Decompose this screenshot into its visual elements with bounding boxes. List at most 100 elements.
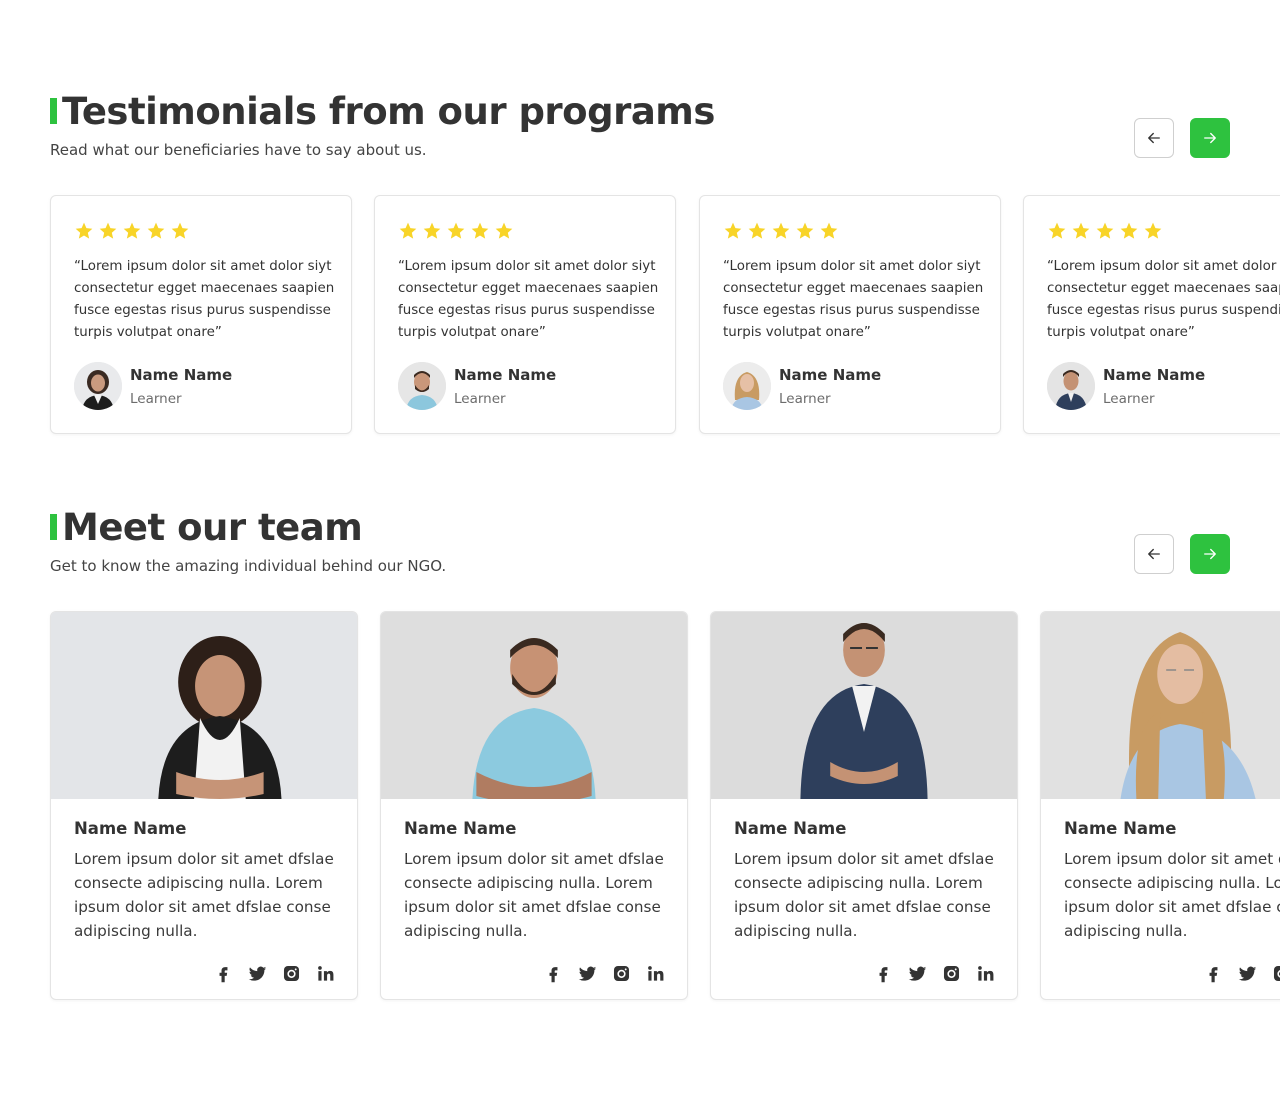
social-links [873,963,995,983]
twitter-link[interactable] [907,963,927,983]
instagram-link[interactable] [281,963,301,983]
facebook-icon [219,966,227,982]
avatar [398,362,446,410]
linkedin-icon [317,965,333,981]
testimonial-author: Name Name Learner [74,362,329,410]
star-icon [1096,222,1114,239]
twitter-icon [908,966,926,981]
star-icon [772,222,790,239]
linkedin-icon [977,965,993,981]
star-icon [171,222,189,239]
star-icon [75,222,93,239]
team-member-name: Name Name [1064,819,1177,838]
team-title: Meet our team [50,508,446,548]
team-header: Meet our team Get to know the amazing in… [50,508,446,575]
team-member-bio: Lorem ipsum dolor sit amet dfslae consec… [404,850,664,940]
team-next-button[interactable] [1190,534,1230,574]
linkedin-link[interactable] [645,963,665,983]
social-links [543,963,665,983]
testimonial-quote: “Lorem ipsum dolor sit amet dolor siyt c… [1047,259,1280,340]
star-icon [495,222,513,239]
author-role: Learner [454,390,506,407]
star-rating [398,220,653,242]
twitter-icon [1238,966,1256,981]
instagram-link[interactable] [941,963,961,983]
social-links [1203,963,1280,983]
facebook-icon [1209,966,1217,982]
avatar [723,362,771,410]
team-member-bio: Lorem ipsum dolor sit amet dfslae consec… [734,850,994,940]
twitter-link[interactable] [247,963,267,983]
star-icon [1144,222,1162,239]
team-prev-button[interactable] [1134,534,1174,574]
team-card: Name Name Lorem ipsum dolor sit amet dfs… [50,611,358,1000]
author-name: Name Name [1103,365,1206,384]
twitter-icon [248,966,266,981]
star-rating [74,220,329,242]
linkedin-link[interactable] [315,963,335,983]
star-rating [723,220,978,242]
team-card: Name Name Lorem ipsum dolor sit amet dfs… [380,611,688,1000]
author-role: Learner [130,390,182,407]
star-icon [796,222,814,239]
star-rating [1047,220,1280,242]
arrow-left-icon [1148,132,1160,144]
star-icon [820,222,838,239]
author-name: Name Name [130,365,233,384]
team-card: Name Name Lorem ipsum dolor sit amet dfs… [1040,611,1280,1000]
team-photo [51,612,357,799]
team-photo [711,612,1017,799]
team-subtitle: Get to know the amazing individual behin… [50,557,447,575]
testimonial-author: Name Name Learner [1047,362,1280,410]
testimonials-header: Testimonials from our programs Read what… [50,92,715,159]
instagram-icon [943,965,959,981]
testimonial-card: “Lorem ipsum dolor sit amet dolor siyt c… [699,195,1001,434]
arrow-right-icon [1204,548,1216,560]
instagram-link[interactable] [611,963,631,983]
testimonials-carousel: “Lorem ipsum dolor sit amet dolor siyt c… [50,195,1280,435]
twitter-link[interactable] [577,963,597,983]
testimonials-next-button[interactable] [1190,118,1230,158]
star-icon [471,222,489,239]
team-member-bio: Lorem ipsum dolor sit amet dfslae consec… [74,850,334,940]
testimonial-quote: “Lorem ipsum dolor sit amet dolor siyt c… [74,259,335,340]
star-icon [147,222,165,239]
testimonial-quote: “Lorem ipsum dolor sit amet dolor siyt c… [723,259,984,340]
twitter-icon [578,966,596,981]
author-name: Name Name [779,365,882,384]
testimonial-card: “Lorem ipsum dolor sit amet dolor siyt c… [50,195,352,434]
team-member-bio: Lorem ipsum dolor sit amet dfslae consec… [1064,850,1280,940]
twitter-link[interactable] [1237,963,1257,983]
author-role: Learner [1103,390,1155,407]
testimonial-quote: “Lorem ipsum dolor sit amet dolor siyt c… [398,259,659,340]
testimonial-author: Name Name Learner [398,362,653,410]
facebook-link[interactable] [213,963,233,983]
facebook-link[interactable] [1203,963,1223,983]
team-card: Name Name Lorem ipsum dolor sit amet dfs… [710,611,1018,1000]
facebook-link[interactable] [873,963,893,983]
team-photo [381,612,687,799]
linkedin-link[interactable] [975,963,995,983]
avatar [74,362,122,410]
team-member-name: Name Name [734,819,847,838]
testimonial-card: “Lorem ipsum dolor sit amet dolor siyt c… [1023,195,1280,434]
star-icon [447,222,465,239]
testimonials-title: Testimonials from our programs [50,92,715,132]
testimonials-nav [1134,118,1230,158]
avatar [1047,362,1095,410]
facebook-link[interactable] [543,963,563,983]
team-photo [1041,612,1280,799]
testimonials-subtitle: Read what our beneficiaries have to say … [50,141,427,159]
testimonials-prev-button[interactable] [1134,118,1174,158]
team-nav [1134,534,1230,574]
linkedin-icon [647,965,663,981]
instagram-icon [283,965,299,981]
facebook-icon [879,966,887,982]
star-icon [748,222,766,239]
star-icon [399,222,417,239]
instagram-link[interactable] [1271,963,1280,983]
star-icon [1120,222,1138,239]
page: Testimonials from our programs Read what… [0,0,1280,1098]
star-icon [123,222,141,239]
arrow-left-icon [1148,548,1160,560]
